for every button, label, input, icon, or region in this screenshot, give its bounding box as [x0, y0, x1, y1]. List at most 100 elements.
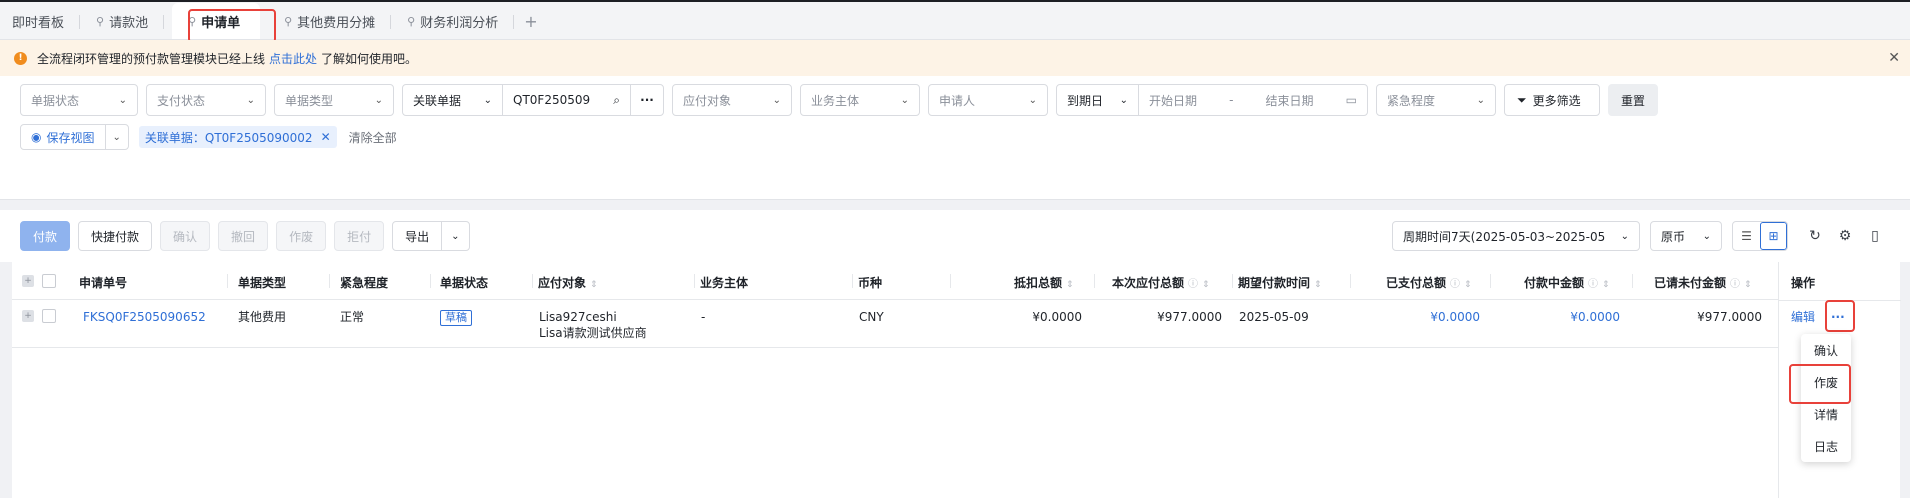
- edit-link[interactable]: 编辑: [1791, 309, 1815, 325]
- period-select[interactable]: 周期时间7天(2025-05-03~2025-05 ⌄: [1392, 221, 1640, 251]
- start-date-placeholder: 开始日期: [1149, 93, 1198, 108]
- more-actions-icon[interactable]: ···: [1831, 309, 1845, 325]
- help-icon[interactable]: ⓘ: [1450, 279, 1460, 290]
- select-value: 关联单据: [413, 93, 462, 108]
- more-filters-button[interactable]: ⏷ 更多筛选: [1504, 84, 1600, 116]
- date-type-select[interactable]: 到期日 ⌄: [1057, 85, 1139, 115]
- currency-select[interactable]: 原币 ⌄: [1650, 221, 1722, 251]
- sort-icon[interactable]: ⇕: [1066, 280, 1074, 290]
- pin-icon[interactable]: ⚲: [407, 15, 415, 28]
- menu-item-detail[interactable]: 详情: [1801, 398, 1851, 430]
- expand-row-icon[interactable]: +: [22, 310, 34, 322]
- row-checkbox[interactable]: [42, 309, 56, 323]
- tab-label: 申请单: [201, 15, 241, 31]
- cell-urgency: 正常: [340, 310, 365, 324]
- table-row[interactable]: + FKSQ0F2505090652 其他费用 正常 草稿 Lisa927ces…: [12, 300, 1900, 348]
- pin-icon[interactable]: ⚲: [188, 15, 196, 28]
- col-header: 抵扣总额 ⇕: [1014, 274, 1074, 291]
- gear-icon[interactable]: ⚙: [1830, 228, 1860, 244]
- quick-pay-button[interactable]: 快捷付款: [78, 221, 153, 251]
- col-header: 紧急程度: [340, 276, 389, 290]
- tab-application[interactable]: ⚲ 申请单: [172, 3, 261, 39]
- cell-payee: Lisa927ceshi Lisa请款测试供应商: [539, 309, 647, 341]
- cell-unpaid: ¥977.0000: [1697, 310, 1762, 324]
- clear-all-link[interactable]: 清除全部: [349, 129, 397, 146]
- data-table: + 申请单号 单据类型 紧急程度 单据状态 应付对象 ⇕ 业务主体 币种 抵扣总额…: [12, 262, 1901, 498]
- sort-icon[interactable]: ⇕: [1202, 280, 1210, 290]
- more-options-icon[interactable]: ···: [631, 85, 663, 115]
- urgency-select[interactable]: 紧急程度 ⌄: [1376, 84, 1496, 116]
- menu-item-log[interactable]: 日志: [1801, 430, 1851, 462]
- pin-icon[interactable]: ⚲: [284, 15, 292, 28]
- doc-status-select[interactable]: 单据状态 ⌄: [20, 84, 138, 116]
- col-header: 申请单号: [79, 276, 128, 290]
- list-view-icon[interactable]: ☰: [1733, 222, 1760, 250]
- tab-payment-pool[interactable]: ⚲ 请款池: [80, 3, 165, 39]
- select-value: 原币: [1661, 229, 1686, 244]
- related-type-select[interactable]: 关联单据 ⌄: [403, 85, 503, 115]
- tab-profit-analysis[interactable]: ⚲ 财务利润分析: [391, 3, 515, 39]
- related-doc-input[interactable]: QT0F250509 ⌕: [503, 85, 631, 115]
- paying-amount-link[interactable]: ¥0.0000: [1532, 309, 1620, 325]
- sort-icon[interactable]: ⇕: [1314, 280, 1322, 290]
- close-icon[interactable]: ✕: [1888, 50, 1900, 66]
- withdraw-button[interactable]: 撤回: [218, 221, 269, 251]
- date-range-input[interactable]: 开始日期 - 结束日期 ▭: [1139, 85, 1367, 115]
- col-header: 期望付款时间 ⇕: [1238, 274, 1322, 291]
- chevron-down-icon: ⌄: [1119, 94, 1128, 106]
- help-icon[interactable]: ⓘ: [1730, 279, 1740, 290]
- chevron-down-icon[interactable]: ⌄: [441, 222, 468, 250]
- pay-button[interactable]: 付款: [20, 221, 71, 251]
- close-icon[interactable]: ✕: [321, 130, 331, 144]
- entity-select[interactable]: 业务主体 ⌄: [800, 84, 920, 116]
- sort-icon[interactable]: ⇕: [590, 280, 598, 290]
- help-icon[interactable]: ⓘ: [1188, 279, 1198, 290]
- column-divider: [430, 274, 431, 288]
- select-placeholder: 单据类型: [285, 93, 334, 108]
- book-icon[interactable]: ▯: [1860, 228, 1890, 244]
- grid-view-icon[interactable]: ⊞: [1760, 222, 1787, 250]
- export-main[interactable]: 导出: [393, 222, 441, 250]
- help-icon[interactable]: ⓘ: [1588, 279, 1598, 290]
- save-view-main[interactable]: ◉ 保存视图: [21, 125, 105, 149]
- search-icon[interactable]: ⌕: [613, 93, 620, 108]
- calendar-icon[interactable]: ▭: [1346, 93, 1357, 107]
- more-actions-menu: 确认 作废 详情 日志: [1801, 334, 1851, 462]
- sort-icon[interactable]: ⇕: [1464, 280, 1472, 290]
- cell-currency: CNY: [859, 310, 884, 324]
- applicant-select[interactable]: 申请人 ⌄: [928, 84, 1048, 116]
- sort-icon[interactable]: ⇕: [1744, 280, 1752, 290]
- chevron-down-icon: ⌄: [1476, 94, 1485, 106]
- payee-select[interactable]: 应付对象 ⌄: [672, 84, 792, 116]
- application-id-link[interactable]: FKSQ0F2505090652: [83, 309, 206, 325]
- chevron-down-icon: ⌄: [1028, 94, 1037, 106]
- void-button[interactable]: 作废: [276, 221, 327, 251]
- reset-button[interactable]: 重置: [1608, 84, 1659, 116]
- column-divider: [1632, 274, 1633, 288]
- tab-other-fee-allocation[interactable]: ⚲ 其他费用分摊: [268, 3, 392, 39]
- select-placeholder: 应付对象: [683, 93, 732, 108]
- column-divider: [1350, 274, 1351, 288]
- table-header: + 申请单号 单据类型 紧急程度 单据状态 应付对象 ⇕ 业务主体 币种 抵扣总额…: [12, 262, 1900, 300]
- expand-all-icon[interactable]: +: [22, 275, 34, 287]
- pay-status-select[interactable]: 支付状态 ⌄: [146, 84, 266, 116]
- save-view-button[interactable]: ◉ 保存视图 ⌄: [20, 124, 129, 150]
- notice-link[interactable]: 点击此处: [269, 50, 317, 67]
- confirm-button[interactable]: 确认: [160, 221, 211, 251]
- sort-icon[interactable]: ⇕: [1602, 280, 1610, 290]
- doc-type-select[interactable]: 单据类型 ⌄: [274, 84, 394, 116]
- pin-icon[interactable]: ⚲: [96, 15, 104, 28]
- export-button[interactable]: 导出 ⌄: [392, 221, 470, 251]
- add-tab-icon[interactable]: +: [514, 3, 547, 39]
- header-divider: [1779, 300, 1901, 301]
- date-range-filter: 到期日 ⌄ 开始日期 - 结束日期 ▭: [1056, 84, 1368, 116]
- cell-doc-type: 其他费用: [238, 310, 287, 324]
- paid-amount-link[interactable]: ¥0.0000: [1392, 309, 1480, 325]
- refresh-icon[interactable]: ↻: [1800, 228, 1830, 244]
- select-all-checkbox[interactable]: [42, 274, 56, 288]
- chevron-down-icon[interactable]: ⌄: [104, 125, 128, 149]
- menu-item-void[interactable]: 作废: [1801, 366, 1851, 398]
- menu-item-confirm[interactable]: 确认: [1801, 334, 1851, 366]
- reject-button[interactable]: 拒付: [334, 221, 385, 251]
- tab-dashboard[interactable]: 即时看板: [0, 3, 81, 39]
